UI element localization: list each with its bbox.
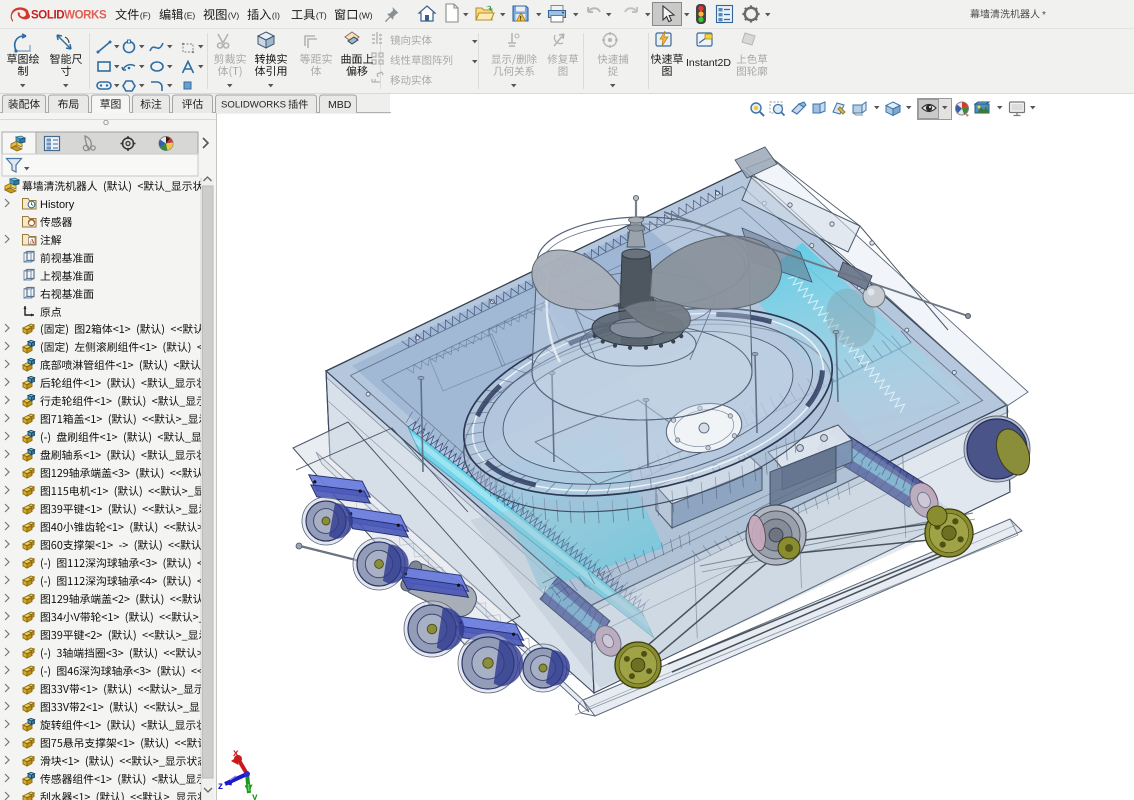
svg-text:MBD: MBD — [328, 99, 352, 111]
svg-text:z: z — [218, 781, 223, 792]
svg-text:(V): (V) — [228, 11, 240, 21]
svg-text:y: y — [252, 792, 258, 800]
svg-text:!: ! — [520, 15, 522, 22]
svg-text:(I): (I) — [272, 11, 280, 21]
svg-text:*: * — [1042, 10, 1046, 21]
svg-text:SOLIDWORKS: SOLIDWORKS — [31, 10, 107, 22]
svg-text:(F): (F) — [140, 11, 151, 21]
svg-text:x: x — [233, 748, 239, 759]
svg-text:History: History — [40, 199, 75, 211]
svg-text:Instant2D: Instant2D — [686, 57, 731, 69]
svg-text:(T): (T) — [316, 11, 327, 21]
svg-text:(E): (E) — [184, 11, 196, 21]
svg-text:(W): (W) — [359, 11, 373, 21]
svg-text:SOLIDWORKS: SOLIDWORKS — [221, 100, 286, 111]
